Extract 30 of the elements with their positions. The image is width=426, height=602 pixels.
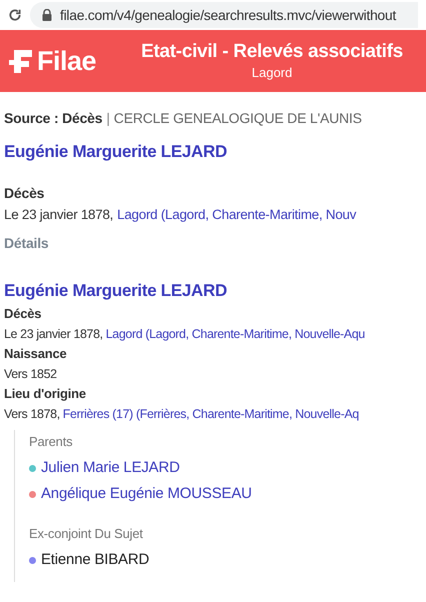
person-name: Etienne BIBARD [41, 550, 150, 570]
place-link[interactable]: Lagord (Lagord, Charente-Maritime, Nouvelle-Aqu [106, 324, 365, 344]
relation-heading: Parents [29, 433, 74, 451]
place-link[interactable]: Ferrières (17) (Ferrières, Charente-Maritime, Nouvelle-Aq [62, 404, 359, 424]
fact-label: Naissance [4, 345, 68, 363]
person-link[interactable]: Angélique Eugénie MOUSSEAU [41, 484, 252, 504]
relation-heading: Ex-conjoint Du Sujet [29, 525, 144, 543]
address-bar[interactable]: filae.com/v4/genealogie/searchresults.mvc/viewerwithout [30, 2, 418, 28]
person-link[interactable]: Eugénie Marguerite LEJARD [4, 281, 227, 300]
separator: | [106, 109, 110, 128]
fact-value: Vers 1852 [4, 366, 57, 383]
fact-value: Vers 1878, [4, 406, 60, 423]
fact-label: Décès [4, 305, 42, 323]
person-link[interactable]: Eugénie Marguerite LEJARD [4, 142, 227, 161]
page-title: Etat-civil - Relevés associatifs [141, 40, 403, 64]
url-text: filae.com/v4/genealogie/searchresults.mvc/viewerwithout [60, 6, 396, 25]
source-label: Source : Décès [4, 109, 102, 128]
event-date: Le 23 janvier 1878, [4, 206, 114, 224]
reload-icon[interactable] [8, 8, 22, 22]
page-subtitle: Lagord [252, 64, 292, 82]
fact-label: Lieu d'origine [4, 385, 87, 403]
event-label: Décès [4, 184, 46, 203]
person-link[interactable]: Julien Marie LEJARD [41, 458, 180, 478]
details-link[interactable]: Détails [4, 235, 49, 251]
logo-text: Filae [37, 44, 96, 78]
place-link[interactable]: Lagord (Lagord, Charente-Maritime, Nouv [117, 204, 356, 226]
source-org: CERCLE GENEALOGIQUE DE L'AUNIS [114, 109, 362, 128]
logo-icon [6, 48, 34, 74]
fact-value: Le 23 janvier 1878, [4, 326, 103, 343]
lock-icon [42, 9, 52, 21]
